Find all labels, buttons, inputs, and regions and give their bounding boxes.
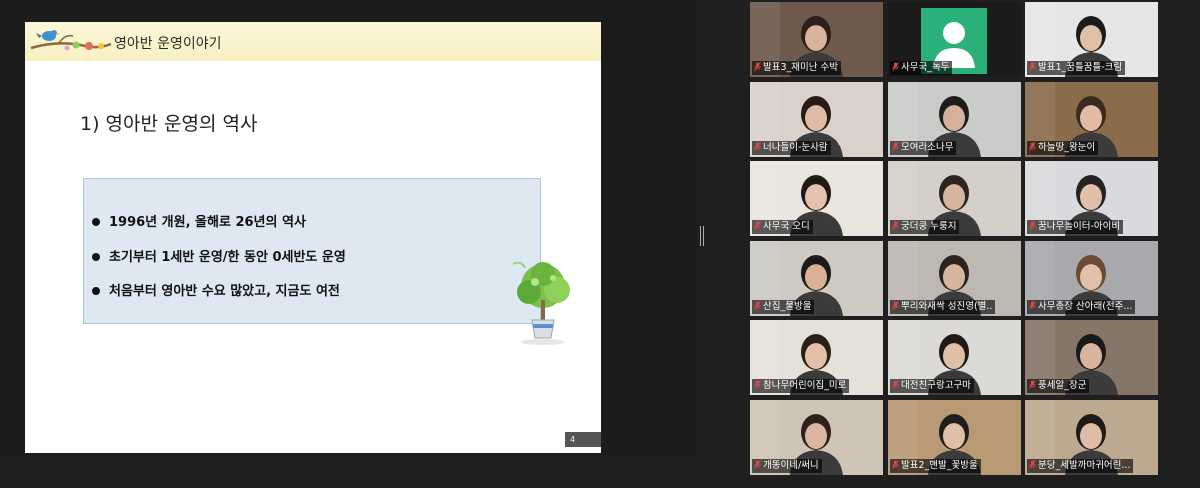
participant-name-label: 개똥이네/써니: [752, 459, 822, 473]
participant-name-label: 풍세알_장군: [1027, 379, 1090, 393]
mic-muted-icon: [892, 460, 899, 469]
participant-tile[interactable]: 참나무어린이집_미로: [750, 320, 883, 395]
participant-tile[interactable]: 발표2_맨발_꽃방울: [888, 400, 1021, 475]
mic-muted-icon: [1029, 142, 1036, 151]
bullet-item: 초기부터 1세반 운영/한 동안 0세반도 운영: [92, 246, 346, 265]
presentation-slide: 영아반 운영이야기 1) 영아반 운영의 역사 1996년 개원, 올해로 26…: [25, 22, 601, 453]
participant-tile[interactable]: 뿌리와새싹 성진영(별..: [888, 241, 1021, 316]
participant-name-label: 꿈나무놀이터-아이비: [1027, 220, 1124, 234]
participant-tile[interactable]: 사무국 오디: [750, 161, 883, 236]
participant-tile[interactable]: 발표1_꿈틀꿈틀-크림: [1025, 2, 1158, 77]
mic-muted-icon: [1029, 460, 1036, 469]
participant-name-label: 산집_물방울: [752, 300, 815, 314]
participant-name-label: 너나들이-눈사람: [752, 141, 831, 155]
bullet-item: 처음부터 영아반 수요 많았고, 지금도 여전: [92, 280, 340, 299]
participant-name-label: 발표3_재미난 수박: [752, 61, 841, 75]
participant-name-label: 하늘땅_왕눈이: [1027, 141, 1099, 155]
participant-name-label: 궁더쿵 누룽지: [890, 220, 960, 234]
participant-name-label: 발표1_꿈틀꿈틀-크림: [1027, 61, 1126, 75]
slide-title: 영아반 운영이야기: [114, 36, 222, 52]
participant-name-label: 사무총장 산아래(전주...: [1027, 300, 1136, 314]
participant-tile[interactable]: 산집_물방울: [750, 241, 883, 316]
potted-tree-icon: [512, 261, 570, 345]
mic-muted-icon: [892, 221, 899, 230]
mic-muted-icon: [754, 460, 761, 469]
participant-tile[interactable]: 사무국_녹두: [888, 2, 1021, 77]
bullet-dot-icon: [92, 217, 100, 226]
slide-header-bar: 영아반 운영이야기: [25, 22, 601, 61]
mic-muted-icon: [754, 62, 761, 71]
slide-heading: 1) 영아반 운영의 역사: [80, 113, 258, 135]
participant-tile[interactable]: 하늘땅_왕눈이: [1025, 82, 1158, 157]
mic-muted-icon: [892, 380, 899, 389]
participant-tile[interactable]: 개똥이네/써니: [750, 400, 883, 475]
participant-tile[interactable]: 모여라소나무: [888, 82, 1021, 157]
mic-muted-icon: [754, 301, 761, 310]
mic-muted-icon: [754, 142, 761, 151]
mic-muted-icon: [1029, 62, 1036, 71]
mic-muted-icon: [892, 301, 899, 310]
participant-tile[interactable]: 너나들이-눈사람: [750, 82, 883, 157]
participant-name-label: 참나무어린이집_미로: [752, 379, 850, 393]
participant-name-label: 발표2_맨발_꽃방울: [890, 459, 981, 473]
bird-branch-icon: [30, 30, 112, 51]
panel-resize-handle[interactable]: [700, 226, 704, 246]
mic-muted-icon: [1029, 221, 1036, 230]
participant-name-label: 분당_세발까마귀어린...: [1027, 459, 1134, 473]
bullet-dot-icon: [92, 286, 100, 295]
mic-muted-icon: [892, 142, 899, 151]
participant-tile[interactable]: 대전친구랑고구마: [888, 320, 1021, 395]
mic-muted-icon: [1029, 301, 1036, 310]
shared-screen: 영아반 운영이야기 1) 영아반 운영의 역사 1996년 개원, 올해로 26…: [0, 0, 697, 455]
participant-tile[interactable]: 사무총장 산아래(전주...: [1025, 241, 1158, 316]
slide-page-number: 4: [565, 432, 601, 447]
participant-tile[interactable]: 발표3_재미난 수박: [750, 2, 883, 77]
mic-muted-icon: [1029, 380, 1036, 389]
participant-name-label: 모여라소나무: [890, 141, 957, 155]
participant-name-label: 사무국 오디: [752, 220, 813, 234]
participant-name-label: 뿌리와새싹 성진영(별..: [890, 300, 996, 314]
bullet-box: 1996년 개원, 올해로 26년의 역사 초기부터 1세반 운영/한 동안 0…: [83, 178, 541, 324]
participant-name-label: 대전친구랑고구마: [890, 379, 974, 393]
bullet-dot-icon: [92, 252, 100, 261]
mic-muted-icon: [892, 62, 899, 71]
participant-tile[interactable]: 꿈나무놀이터-아이비: [1025, 161, 1158, 236]
mic-muted-icon: [754, 380, 761, 389]
mic-muted-icon: [754, 221, 761, 230]
participant-tile[interactable]: 분당_세발까마귀어린...: [1025, 400, 1158, 475]
participant-tile[interactable]: 궁더쿵 누룽지: [888, 161, 1021, 236]
bullet-item: 1996년 개원, 올해로 26년의 역사: [92, 211, 306, 230]
participant-tile[interactable]: 풍세알_장군: [1025, 320, 1158, 395]
participant-name-label: 사무국_녹두: [890, 61, 953, 75]
